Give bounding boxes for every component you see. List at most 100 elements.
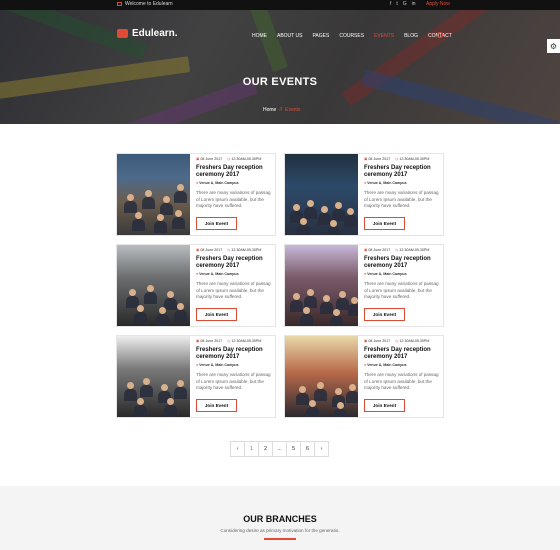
clock-icon: ◷ <box>395 157 399 161</box>
audience-figure <box>157 214 164 221</box>
page-button-5[interactable]: 5 <box>286 441 301 457</box>
event-time: ◷12.30AM-05.30PM <box>227 248 262 252</box>
breadcrumb-home[interactable]: Home <box>263 107 276 113</box>
join-event-button[interactable]: Join Event <box>364 308 405 321</box>
audience-figure <box>174 387 187 399</box>
event-meta: ▣08 June 2017 ◷12.30AM-05.30PM <box>196 248 274 252</box>
audience-figure <box>293 293 300 300</box>
join-event-button[interactable]: Join Event <box>364 217 405 230</box>
settings-gear-icon[interactable]: ⚙ <box>547 39 560 53</box>
audience-figure <box>330 316 343 326</box>
event-date: ▣08 June 2017 <box>196 157 223 161</box>
pagination: ‹ 1 2 ... 5 6 › <box>230 441 329 457</box>
event-description: There are many variations of passag of L… <box>364 281 439 299</box>
audience-figure <box>164 405 177 417</box>
join-event-button[interactable]: Join Event <box>364 399 405 412</box>
page-ellipsis: ... <box>272 441 287 457</box>
search-icon[interactable] <box>437 32 443 38</box>
audience-figure <box>290 300 303 312</box>
audience-figure <box>347 208 354 215</box>
event-description: There are many variations of passag of L… <box>364 190 439 208</box>
join-event-button[interactable]: Join Event <box>196 308 237 321</box>
event-photo[interactable] <box>285 154 358 235</box>
event-date: ▣08 June 2017 <box>364 339 391 343</box>
event-description: There are many variations of passag of L… <box>196 190 271 208</box>
event-title[interactable]: Freshers Day reception ceremony 2017 <box>196 165 274 179</box>
branches-section: OUR BRANCHES Considering desire as prima… <box>0 486 560 550</box>
audience-figure <box>137 305 144 312</box>
audience-figure <box>160 203 173 215</box>
welcome-label: Welcome to Edulearn <box>125 1 173 7</box>
next-page-button[interactable]: › <box>314 441 329 457</box>
facebook-icon[interactable]: f <box>390 1 391 7</box>
join-event-button[interactable]: Join Event <box>196 399 237 412</box>
page-button-1[interactable]: 1 <box>244 441 259 457</box>
nav-item-pages[interactable]: PAGES <box>312 33 329 39</box>
event-title[interactable]: Freshers Day reception ceremony 2017 <box>364 165 442 179</box>
event-date: ▣08 June 2017 <box>364 157 391 161</box>
nav-item-events[interactable]: EVENTS <box>374 33 394 39</box>
event-meta: ▣08 June 2017 ◷12.30AM-05.30PM <box>196 157 274 161</box>
event-photo[interactable] <box>285 336 358 417</box>
audience-figure <box>154 221 167 233</box>
audience-figure <box>124 389 137 401</box>
event-time: ◷12.30AM-05.30PM <box>227 339 262 343</box>
join-event-button[interactable]: Join Event <box>196 217 237 230</box>
prev-page-button[interactable]: ‹ <box>230 441 245 457</box>
audience-figure <box>335 202 342 209</box>
event-photo[interactable] <box>117 245 190 326</box>
audience-figure <box>143 378 150 385</box>
clock-icon: ◷ <box>395 339 399 343</box>
audience-figure <box>320 302 333 314</box>
hero-banner: Edulearn. HOME ABOUT US PAGES COURSES EV… <box>0 10 560 124</box>
clock-icon: ◷ <box>395 248 399 252</box>
audience-figure <box>304 207 317 219</box>
site-logo[interactable]: Edulearn. <box>117 28 178 39</box>
nav-item-about-us[interactable]: ABOUT US <box>277 33 302 39</box>
audience-figure <box>174 310 187 322</box>
page-button-2[interactable]: 2 <box>258 441 273 457</box>
event-venue: ●Venue A, Main Campus <box>364 181 407 186</box>
event-title[interactable]: Freshers Day reception ceremony 2017 <box>196 256 274 270</box>
event-card: ▣08 June 2017 ◷12.30AM-05.30PM Freshers … <box>284 335 444 418</box>
event-photo[interactable] <box>117 154 190 235</box>
event-time: ◷12.30AM-05.30PM <box>395 157 430 161</box>
event-title[interactable]: Freshers Day reception ceremony 2017 <box>196 347 274 361</box>
event-body: ▣08 June 2017 ◷12.30AM-05.30PM Freshers … <box>364 157 442 209</box>
audience-figure <box>161 384 168 391</box>
audience-figure <box>127 194 134 201</box>
audience-figure <box>167 398 174 405</box>
event-venue: ●Venue A, Main Campus <box>196 181 239 186</box>
twitter-icon[interactable]: t <box>396 1 397 7</box>
audience-figure <box>174 191 187 203</box>
event-photo[interactable] <box>285 245 358 326</box>
audience-figure <box>321 206 328 213</box>
location-pin-icon: ● <box>196 272 199 277</box>
audience-figure <box>137 398 144 405</box>
brand-name: Edulearn. <box>132 28 178 39</box>
linkedin-icon[interactable]: in <box>412 1 416 7</box>
breadcrumb-separator: // <box>279 107 283 113</box>
main-nav: HOME ABOUT US PAGES COURSES EVENTS BLOG … <box>252 33 452 39</box>
social-links: f t G in <box>390 1 416 7</box>
googleplus-icon[interactable]: G <box>403 1 407 7</box>
event-body: ▣08 June 2017 ◷12.30AM-05.30PM Freshers … <box>196 157 274 209</box>
event-title[interactable]: Freshers Day reception ceremony 2017 <box>364 347 442 361</box>
audience-figure <box>351 297 358 304</box>
breadcrumb-current: Events <box>285 107 301 113</box>
audience-figure <box>307 200 314 207</box>
audience-figure <box>134 405 147 417</box>
event-meta: ▣08 June 2017 ◷12.30AM-05.30PM <box>364 157 442 161</box>
top-bar: Welcome to Edulearn f t G in Apply Now <box>0 0 560 10</box>
page-button-6[interactable]: 6 <box>300 441 315 457</box>
nav-item-courses[interactable]: COURSES <box>339 33 364 39</box>
event-venue: ●Venue A, Main Campus <box>364 363 407 368</box>
event-photo[interactable] <box>117 336 190 417</box>
apply-now-link[interactable]: Apply Now <box>426 1 450 7</box>
nav-item-home[interactable]: HOME <box>252 33 267 39</box>
event-title[interactable]: Freshers Day reception ceremony 2017 <box>364 256 442 270</box>
location-pin-icon: ● <box>364 272 367 277</box>
nav-item-blog[interactable]: BLOG <box>404 33 418 39</box>
event-description: There are many variations of passag of L… <box>196 372 271 390</box>
clock-icon: ◷ <box>227 157 231 161</box>
